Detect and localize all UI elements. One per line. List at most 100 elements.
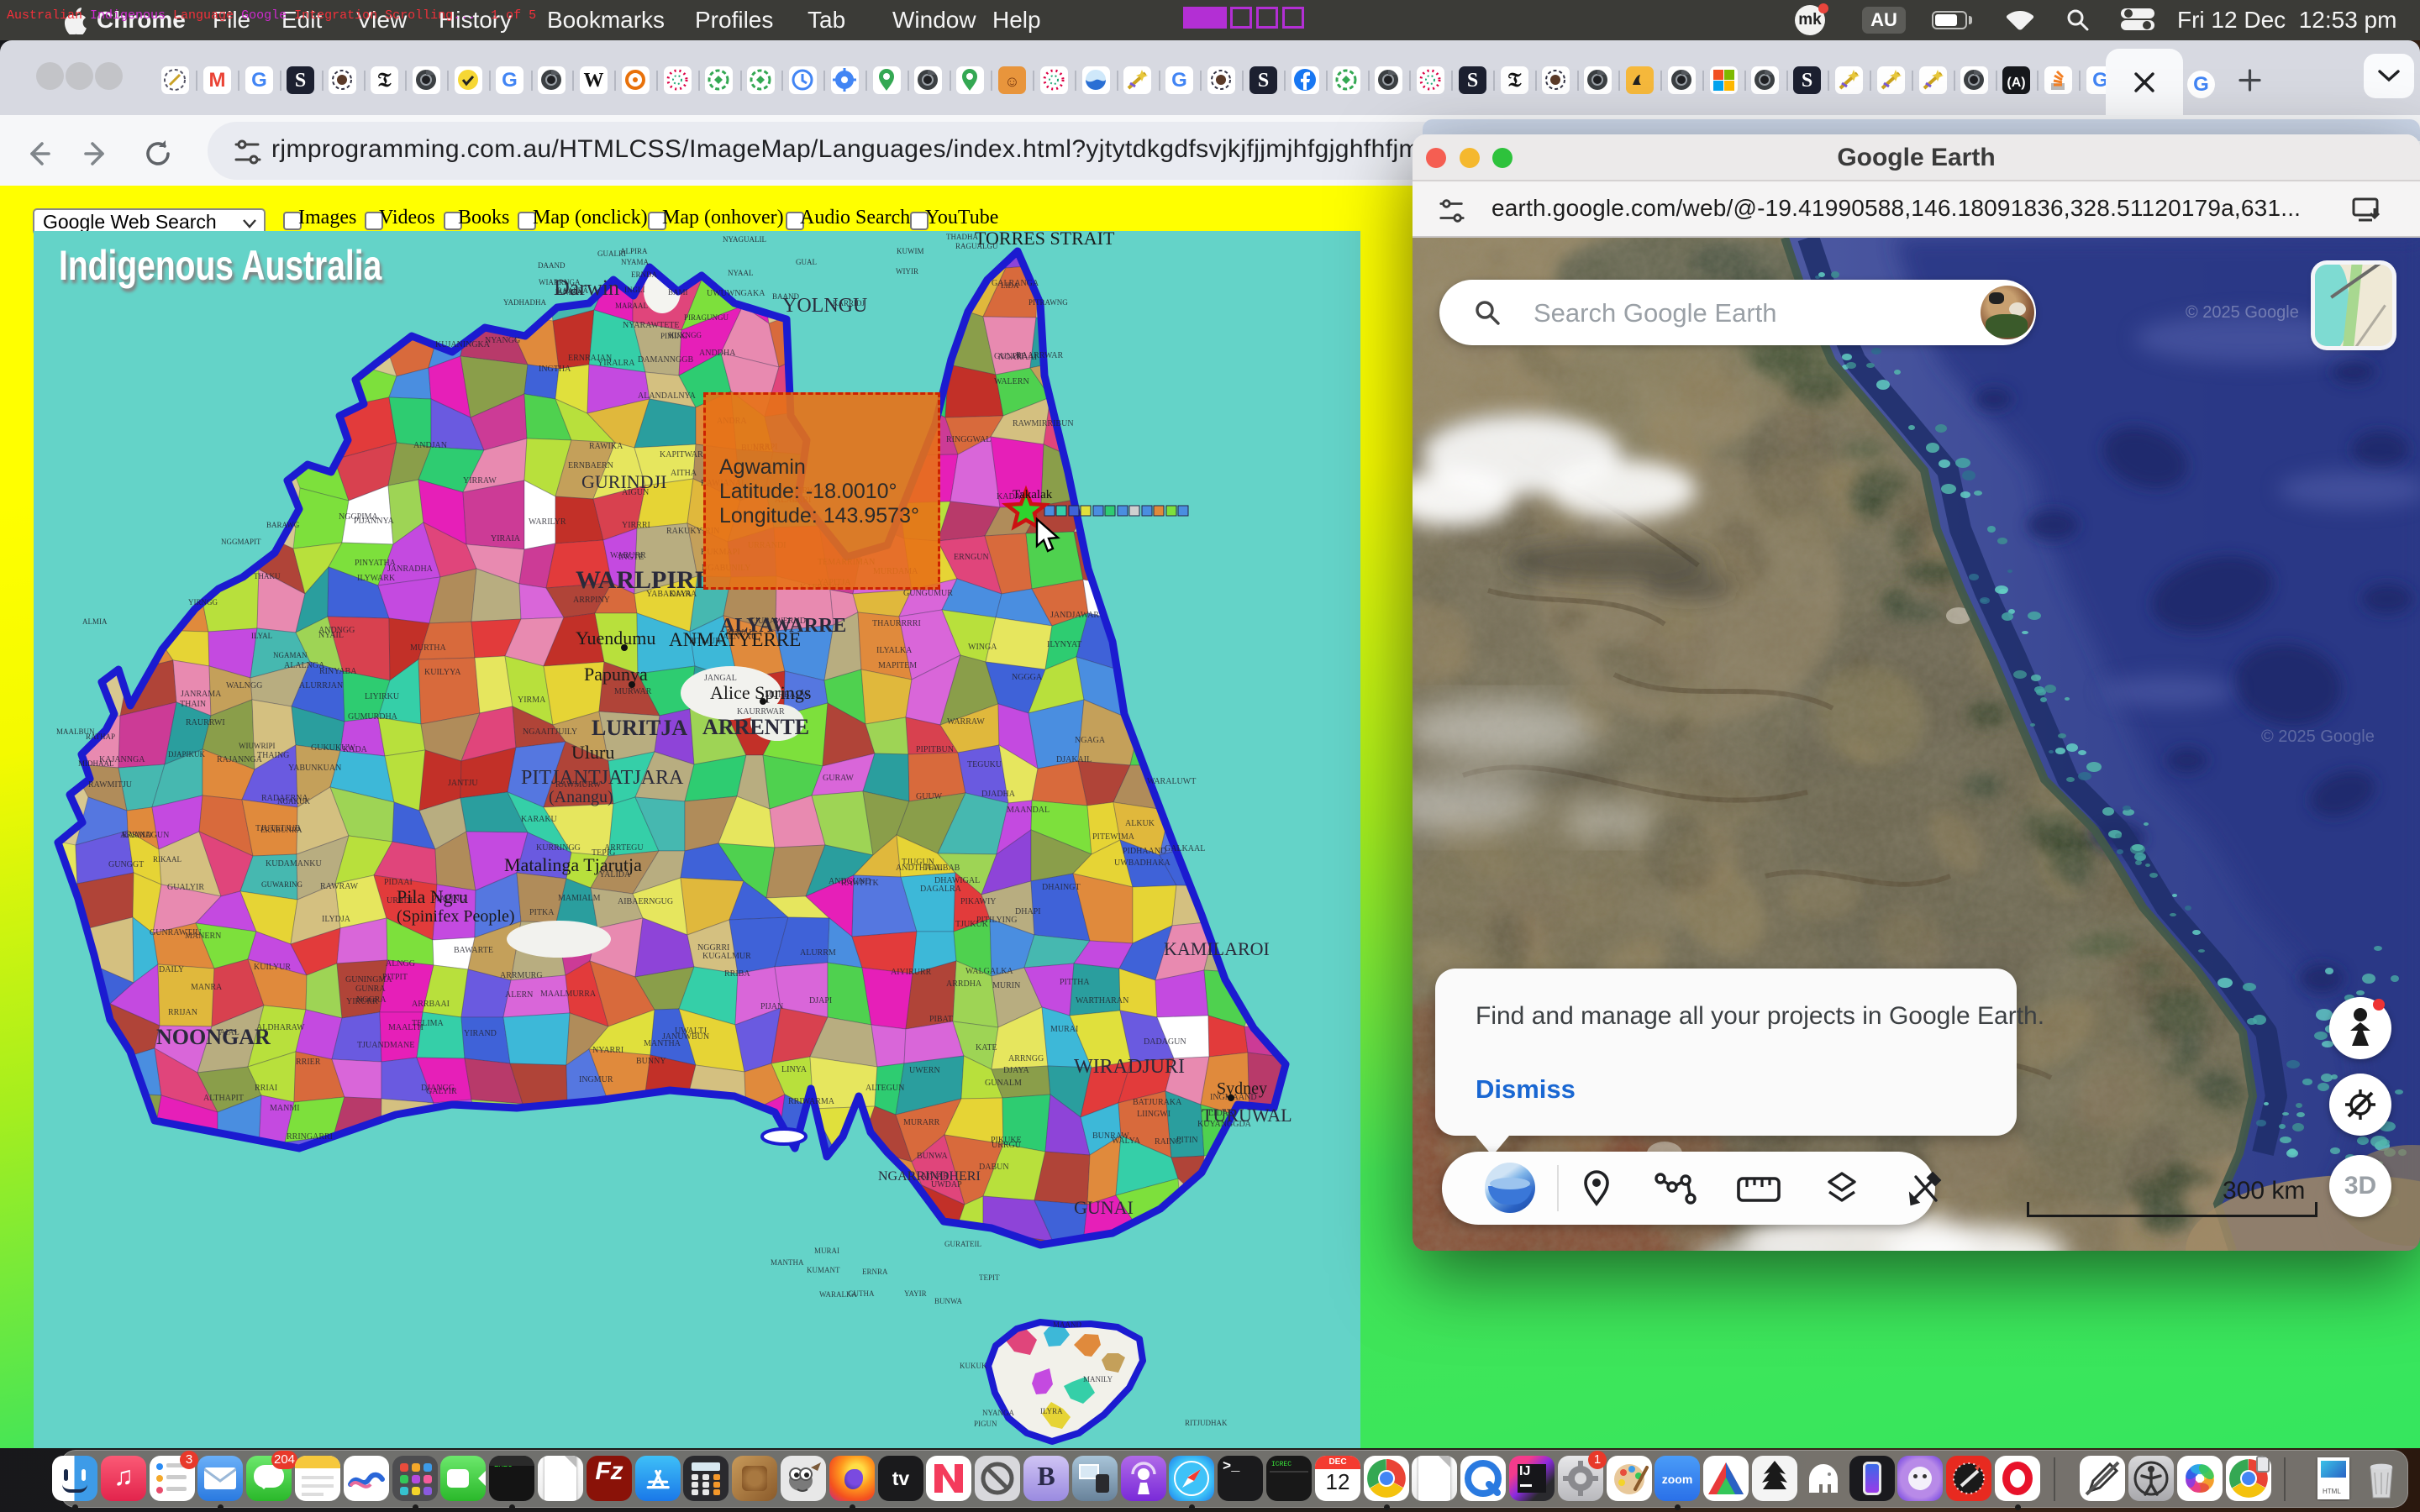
svg-text:RRIWARMA: RRIWARMA bbox=[788, 1097, 835, 1106]
svg-text:KUKUK: KUKUK bbox=[960, 1362, 987, 1370]
svg-text:Yuendumu: Yuendumu bbox=[576, 627, 655, 648]
svg-text:AIBAERNGUG: AIBAERNGUG bbox=[618, 897, 673, 906]
svg-text:DAGALRA: DAGALRA bbox=[920, 885, 962, 894]
svg-text:ALKUK: ALKUK bbox=[1125, 819, 1155, 828]
svg-text:DHAINGT: DHAINGT bbox=[1042, 883, 1081, 892]
svg-text:DJAPIKUK: DJAPIKUK bbox=[168, 750, 206, 759]
svg-text:ALNGG: ALNGG bbox=[386, 959, 415, 969]
svg-text:ARRTEGU: ARRTEGU bbox=[604, 843, 644, 853]
svg-text:KAMILAROI: KAMILAROI bbox=[1164, 938, 1270, 959]
svg-text:GUNGGT: GUNGGT bbox=[108, 860, 144, 869]
svg-text:(Anangu): (Anangu) bbox=[549, 788, 613, 806]
svg-text:ALMIA: ALMIA bbox=[82, 617, 108, 626]
svg-text:GUMURDHA: GUMURDHA bbox=[348, 712, 398, 722]
svg-text:ILYRA: ILYRA bbox=[1040, 1407, 1063, 1415]
svg-text:THAURRRRI: THAURRRRI bbox=[872, 619, 921, 628]
svg-text:KUMANT: KUMANT bbox=[807, 1266, 840, 1274]
svg-text:ALTEGUN: ALTEGUN bbox=[865, 1084, 904, 1093]
svg-text:RRIAI: RRIAI bbox=[255, 1084, 277, 1093]
svg-text:ALERN: ALERN bbox=[505, 990, 533, 1000]
svg-text:NYANGG: NYANGG bbox=[485, 336, 520, 345]
svg-text:MURAI: MURAI bbox=[814, 1247, 839, 1255]
svg-text:NGAAITJUILY: NGAAITJUILY bbox=[523, 727, 577, 737]
svg-text:YIRRAW: YIRRAW bbox=[463, 476, 497, 486]
svg-text:LIINGWI: LIINGWI bbox=[1137, 1110, 1171, 1119]
svg-text:BUNNY: BUNNY bbox=[636, 1057, 666, 1066]
svg-text:GUALRI: GUALRI bbox=[597, 249, 626, 258]
svg-text:RAWPITK: RAWPITK bbox=[841, 879, 880, 888]
svg-text:ARRPINY: ARRPINY bbox=[573, 596, 610, 605]
svg-text:NGGPIMA: NGGPIMA bbox=[339, 512, 378, 522]
svg-text:NYAAL: NYAAL bbox=[728, 269, 754, 277]
svg-text:DAAND: DAAND bbox=[538, 261, 566, 270]
svg-text:NYANGA: NYANGA bbox=[982, 1409, 1015, 1417]
svg-text:NGAKUK: NGAKUK bbox=[277, 797, 310, 806]
svg-text:KADA: KADA bbox=[343, 745, 368, 754]
svg-text:MURIN: MURIN bbox=[992, 981, 1020, 990]
svg-text:UWBADHAKA: UWBADHAKA bbox=[1114, 858, 1171, 868]
svg-text:WARTHARAN: WARTHARAN bbox=[1076, 996, 1128, 1005]
svg-text:NGAMAN: NGAMAN bbox=[273, 651, 308, 659]
svg-text:ARRBAAI: ARRBAAI bbox=[412, 1000, 450, 1009]
svg-text:NYAGUALIL: NYAGUALIL bbox=[723, 235, 766, 244]
svg-text:MAPITEM: MAPITEM bbox=[878, 661, 917, 670]
svg-text:MANRA: MANRA bbox=[191, 983, 223, 992]
svg-text:MURWAR: MURWAR bbox=[614, 687, 652, 696]
svg-text:GURINDJI: GURINDJI bbox=[581, 471, 666, 492]
svg-text:Papunya: Papunya bbox=[584, 664, 648, 685]
svg-text:MAANDAL: MAANDAL bbox=[1007, 806, 1050, 815]
svg-text:NYAMA: NYAMA bbox=[621, 258, 650, 266]
svg-text:ERNDA: ERNDA bbox=[631, 270, 657, 279]
svg-text:NGGMAPIT: NGGMAPIT bbox=[221, 538, 261, 546]
svg-text:WALYA: WALYA bbox=[1112, 1137, 1141, 1146]
svg-text:PITILYING: PITILYING bbox=[976, 916, 1017, 925]
svg-text:GURAW: GURAW bbox=[823, 774, 855, 783]
svg-text:MURARR: MURARR bbox=[903, 1118, 940, 1127]
svg-text:DHAPI: DHAPI bbox=[1015, 907, 1041, 916]
svg-text:PITEWIMA: PITEWIMA bbox=[1092, 832, 1135, 842]
svg-text:ANDJAN: ANDJAN bbox=[413, 441, 447, 450]
svg-text:WALGALKA: WALGALKA bbox=[965, 967, 1013, 976]
svg-text:GUNINGMA: GUNINGMA bbox=[345, 975, 392, 984]
svg-text:YAYIR: YAYIR bbox=[904, 1289, 927, 1298]
svg-text:DAILY: DAILY bbox=[159, 965, 184, 974]
svg-text:YIRAIA: YIRAIA bbox=[491, 534, 521, 543]
svg-text:GUNAI: GUNAI bbox=[1074, 1197, 1134, 1218]
svg-text:MAALBUN: MAALBUN bbox=[56, 727, 95, 736]
svg-text:RAURRWI: RAURRWI bbox=[186, 718, 225, 727]
svg-text:GALKAAL: GALKAAL bbox=[1165, 844, 1205, 853]
svg-text:ANDDHA: ANDDHA bbox=[699, 349, 736, 358]
svg-text:DAMANNGGB: DAMANNGGB bbox=[638, 355, 693, 365]
svg-text:WALNGG: WALNGG bbox=[226, 681, 262, 690]
svg-text:ERNRAJAN: ERNRAJAN bbox=[568, 354, 612, 363]
svg-text:JANTJU: JANTJU bbox=[448, 779, 478, 788]
svg-text:DHAWIGAL: DHAWIGAL bbox=[934, 876, 980, 885]
svg-text:INGLI: INGLI bbox=[624, 286, 645, 294]
svg-text:NYARAWTETE: NYARAWTETE bbox=[623, 321, 680, 330]
svg-text:ARRENTE: ARRENTE bbox=[702, 715, 809, 739]
svg-text:RAWMITJU: RAWMITJU bbox=[88, 780, 133, 790]
svg-text:YIRNGG: YIRNGG bbox=[188, 598, 218, 606]
svg-text:THAIN: THAIN bbox=[180, 700, 206, 709]
svg-text:INGTHA: INGTHA bbox=[539, 365, 571, 374]
svg-text:RITJUDHAK: RITJUDHAK bbox=[1185, 1419, 1228, 1427]
svg-text:RAWRAW: RAWRAW bbox=[320, 882, 359, 891]
svg-text:RRIBA: RRIBA bbox=[724, 969, 750, 979]
svg-text:MAALTH: MAALTH bbox=[388, 1023, 424, 1032]
svg-text:AITHA: AITHA bbox=[671, 469, 697, 478]
svg-text:GUNALM: GUNALM bbox=[985, 1079, 1022, 1088]
svg-text:YIRAND: YIRAND bbox=[464, 1029, 497, 1038]
svg-text:DABUN: DABUN bbox=[979, 1163, 1009, 1172]
svg-text:GUAL: GUAL bbox=[796, 258, 817, 266]
svg-text:THADHA: THADHA bbox=[946, 233, 978, 241]
svg-text:NOONGAR: NOONGAR bbox=[156, 1025, 271, 1049]
svg-text:ARRDHA: ARRDHA bbox=[946, 979, 982, 989]
svg-text:ILYALKA: ILYALKA bbox=[876, 646, 913, 655]
svg-text:WARRAW: WARRAW bbox=[947, 717, 985, 727]
svg-text:WINGA: WINGA bbox=[968, 643, 997, 652]
svg-text:JANRADHA: JANRADHA bbox=[387, 564, 434, 574]
svg-text:Pila Ngru: Pila Ngru bbox=[397, 886, 468, 907]
svg-text:BAMI: BAMI bbox=[668, 288, 688, 297]
svg-text:RAING: RAING bbox=[1155, 1137, 1181, 1147]
svg-text:GALYIR: GALYIR bbox=[426, 1087, 457, 1096]
